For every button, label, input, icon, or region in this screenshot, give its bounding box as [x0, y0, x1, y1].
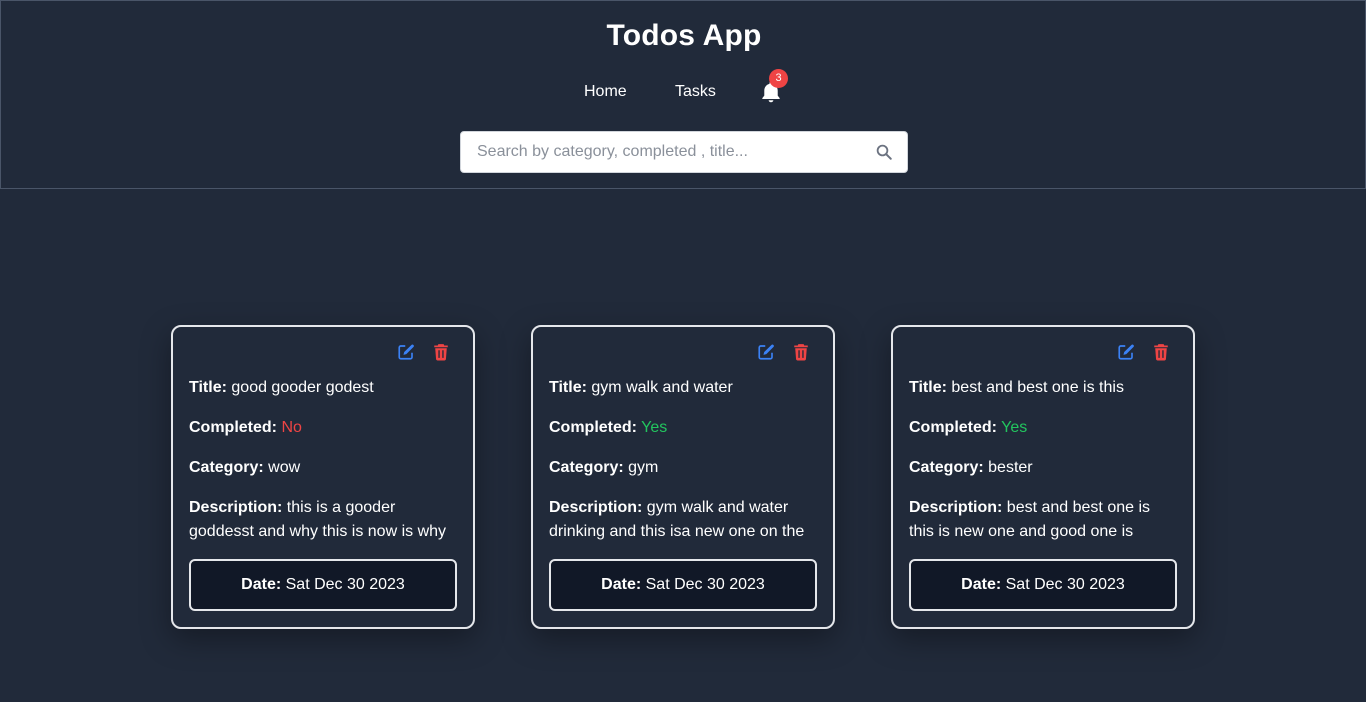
category-value: gym: [628, 459, 659, 476]
completed-status: Yes: [1001, 419, 1028, 436]
category-value: wow: [268, 459, 301, 476]
notifications-button[interactable]: 3: [758, 69, 792, 105]
todo-completed: Completed: Yes: [909, 416, 1179, 440]
edit-icon[interactable]: [1117, 343, 1135, 361]
title-value: best and best one is this: [951, 379, 1124, 396]
todo-card: Title: good gooder godest Completed: No …: [171, 325, 475, 629]
todo-description: Description: this is a gooder goddesst a…: [189, 496, 459, 544]
title-label: Title:: [549, 379, 587, 396]
date-value: Sat Dec 30 2023: [645, 576, 765, 593]
completed-label: Completed:: [909, 419, 997, 436]
todo-title: Title: best and best one is this: [909, 376, 1179, 400]
edit-icon[interactable]: [397, 343, 415, 361]
description-label: Description:: [909, 499, 1003, 516]
todo-date: Date: Sat Dec 30 2023: [909, 559, 1177, 611]
search-bar: [460, 131, 908, 173]
title-value: gym walk and water: [591, 379, 733, 396]
date-value: Sat Dec 30 2023: [285, 576, 405, 593]
edit-icon[interactable]: [757, 343, 775, 361]
search-icon[interactable]: [875, 143, 893, 161]
todo-card: Title: best and best one is this Complet…: [891, 325, 1195, 629]
category-value: bester: [988, 459, 1033, 476]
todo-category: Category: gym: [549, 456, 819, 480]
description-label: Description:: [189, 499, 283, 516]
completed-status: Yes: [641, 419, 668, 436]
todo-description: Description: best and best one is this i…: [909, 496, 1179, 544]
date-value: Sat Dec 30 2023: [1005, 576, 1125, 593]
notification-count-badge: 3: [769, 69, 788, 88]
date-label: Date:: [601, 576, 642, 593]
todo-date: Date: Sat Dec 30 2023: [189, 559, 457, 611]
card-actions: [397, 343, 457, 363]
title-value: good gooder godest: [231, 379, 374, 396]
nav-tasks-link[interactable]: Tasks: [675, 83, 716, 101]
todo-category: Category: bester: [909, 456, 1179, 480]
todo-card: Title: gym walk and water Completed: Yes…: [531, 325, 835, 629]
description-label: Description:: [549, 499, 643, 516]
trash-icon[interactable]: [433, 343, 449, 361]
category-label: Category:: [189, 459, 264, 476]
todo-completed: Completed: No: [189, 416, 459, 440]
nav-home-link[interactable]: Home: [584, 83, 627, 101]
app-header: Todos App Home Tasks 3: [0, 0, 1366, 189]
completed-label: Completed:: [549, 419, 637, 436]
todo-date: Date: Sat Dec 30 2023: [549, 559, 817, 611]
trash-icon[interactable]: [793, 343, 809, 361]
search-input[interactable]: [461, 132, 861, 172]
todo-completed: Completed: Yes: [549, 416, 819, 440]
todo-description: Description: gym walk and water drinking…: [549, 496, 819, 544]
title-label: Title:: [909, 379, 947, 396]
title-label: Title:: [189, 379, 227, 396]
card-actions: [1117, 343, 1177, 363]
date-label: Date:: [961, 576, 1002, 593]
trash-icon[interactable]: [1153, 343, 1169, 361]
completed-label: Completed:: [189, 419, 277, 436]
completed-status: No: [281, 419, 302, 436]
main-nav: Home Tasks 3: [1, 69, 1366, 107]
todo-title: Title: gym walk and water: [549, 376, 819, 400]
card-actions: [757, 343, 817, 363]
todo-title: Title: good gooder godest: [189, 376, 459, 400]
category-label: Category:: [909, 459, 984, 476]
category-label: Category:: [549, 459, 624, 476]
date-label: Date:: [241, 576, 282, 593]
todo-category: Category: wow: [189, 456, 459, 480]
app-title: Todos App: [606, 19, 762, 52]
